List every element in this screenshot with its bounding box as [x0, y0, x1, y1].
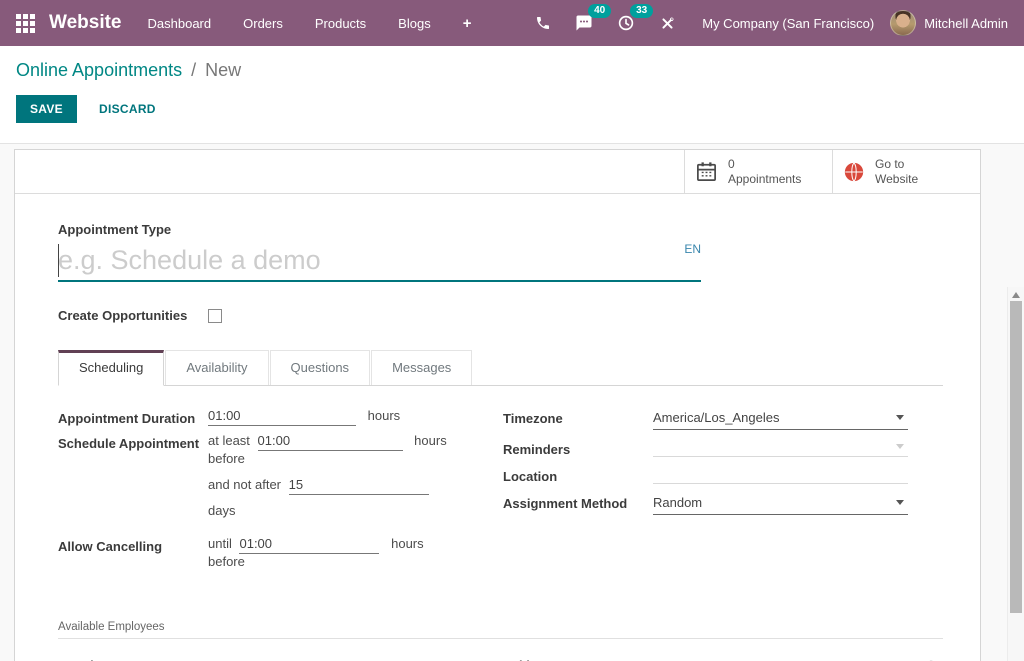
breadcrumb: Online Appointments / New [16, 60, 1008, 81]
button-box: 0 Appointments Go to Website [15, 150, 980, 194]
appointment-type-input[interactable] [58, 240, 701, 280]
appointment-type-label: Appointment Type [58, 222, 943, 237]
appointments-count: 0 [728, 157, 735, 171]
vertical-scrollbar[interactable] [1007, 287, 1024, 661]
appointment-duration-input[interactable] [208, 408, 356, 426]
allow-cancelling-row: Allow Cancelling until hours before [58, 536, 503, 580]
text-cursor [58, 244, 59, 277]
tab-scheduling[interactable]: Scheduling [58, 350, 164, 386]
globe-icon [843, 161, 865, 183]
messages-icon[interactable]: 40 [563, 8, 605, 38]
scroll-up-arrow-icon[interactable] [1012, 292, 1020, 298]
appointment-type-field: EN [58, 240, 701, 282]
assignment-method-label: Assignment Method [503, 493, 653, 515]
employees-table: Employee Name Working Hours ⋮ Add a line [58, 652, 943, 661]
cancel-before-text: before [208, 554, 424, 573]
assignment-method-select[interactable]: Random [653, 493, 908, 515]
scrollbar-thumb[interactable] [1010, 301, 1022, 613]
chevron-down-icon [896, 500, 904, 505]
timezone-label: Timezone [503, 408, 653, 430]
phone-icon[interactable] [523, 9, 563, 37]
nav-item-dashboard[interactable]: Dashboard [132, 3, 228, 44]
chevron-down-icon [896, 415, 904, 420]
assignment-method-row: Assignment Method Random [503, 493, 908, 515]
top-navbar: Website Dashboard Orders Products Blogs … [0, 0, 1024, 46]
tab-availability[interactable]: Availability [165, 350, 268, 385]
cancel-hours-suffix: hours [391, 536, 424, 551]
appointments-label: Appointments [728, 172, 801, 186]
go-to-website-line1: Go to [875, 157, 904, 171]
assignment-method-value: Random [653, 495, 702, 510]
reminders-select[interactable] [653, 439, 908, 457]
allow-cancelling-label: Allow Cancelling [58, 536, 208, 580]
location-input[interactable] [653, 466, 908, 484]
cancel-until-prefix: until [208, 536, 232, 551]
timezone-row: Timezone America/Los_Angeles [503, 408, 908, 430]
schedule-before-text: before [208, 451, 447, 470]
scheduling-tab-content: Appointment Duration hours Schedule Appo… [58, 408, 943, 587]
create-opportunities-checkbox[interactable] [208, 309, 222, 323]
go-to-website-line2: Website [875, 172, 918, 186]
schedule-appointment-row: Schedule Appointment at least hours befo… [58, 433, 503, 529]
save-button[interactable]: SAVE [16, 95, 77, 123]
calendar-icon [695, 160, 718, 183]
min-schedule-hours-input[interactable] [258, 433, 403, 451]
timezone-value: America/Los_Angeles [653, 410, 779, 425]
nav-item-products[interactable]: Products [299, 3, 382, 44]
breadcrumb-separator: / [187, 60, 200, 80]
app-brand[interactable]: Website [49, 12, 122, 34]
activities-clock-icon[interactable]: 33 [605, 8, 647, 38]
tab-questions[interactable]: Questions [270, 350, 371, 385]
reminders-label: Reminders [503, 439, 653, 457]
reminders-row: Reminders [503, 439, 908, 457]
apps-menu-icon[interactable] [16, 14, 35, 33]
form-sheet: 0 Appointments Go to Website Appointment… [14, 149, 981, 661]
control-panel: Online Appointments / New SAVE DISCARD [0, 46, 1024, 143]
tab-messages[interactable]: Messages [371, 350, 472, 385]
notebook-tabs: Scheduling Availability Questions Messag… [58, 350, 943, 386]
translation-language-badge[interactable]: EN [684, 242, 701, 256]
schedule-not-after-prefix: and not after [208, 477, 281, 492]
tools-icon[interactable] [647, 9, 688, 38]
go-to-website-button[interactable]: Go to Website [832, 150, 980, 193]
appointment-duration-row: Appointment Duration hours [58, 408, 503, 426]
schedule-appointment-label: Schedule Appointment [58, 433, 208, 529]
timezone-select[interactable]: America/Los_Angeles [653, 408, 908, 430]
content-area: 0 Appointments Go to Website Appointment… [0, 143, 1024, 661]
schedule-prefix: at least [208, 433, 250, 448]
cancel-hours-input[interactable] [239, 536, 379, 554]
create-opportunities-label: Create Opportunities [58, 308, 208, 323]
discard-button[interactable]: DISCARD [85, 95, 170, 123]
nav-item-new-plus[interactable]: + [447, 2, 488, 45]
user-menu[interactable]: Mitchell Admin [890, 10, 1008, 36]
schedule-days-text: days [208, 503, 447, 522]
appointments-stat-button[interactable]: 0 Appointments [684, 150, 832, 193]
user-name: Mitchell Admin [924, 16, 1008, 31]
user-avatar [890, 10, 916, 36]
max-schedule-days-input[interactable] [289, 477, 429, 495]
nav-item-orders[interactable]: Orders [227, 3, 299, 44]
nav-item-blogs[interactable]: Blogs [382, 3, 447, 44]
location-row: Location [503, 466, 908, 484]
schedule-hours-suffix: hours [414, 433, 447, 448]
employees-table-header: Employee Name Working Hours ⋮ [58, 652, 943, 661]
available-employees-section-label: Available Employees [58, 621, 943, 639]
chevron-down-icon [896, 444, 904, 449]
appointment-duration-suffix: hours [368, 408, 401, 423]
breadcrumb-root-link[interactable]: Online Appointments [16, 60, 182, 80]
location-label: Location [503, 466, 653, 484]
appointment-duration-label: Appointment Duration [58, 408, 208, 426]
breadcrumb-current: New [205, 60, 241, 80]
company-switcher[interactable]: My Company (San Francisco) [688, 16, 890, 31]
